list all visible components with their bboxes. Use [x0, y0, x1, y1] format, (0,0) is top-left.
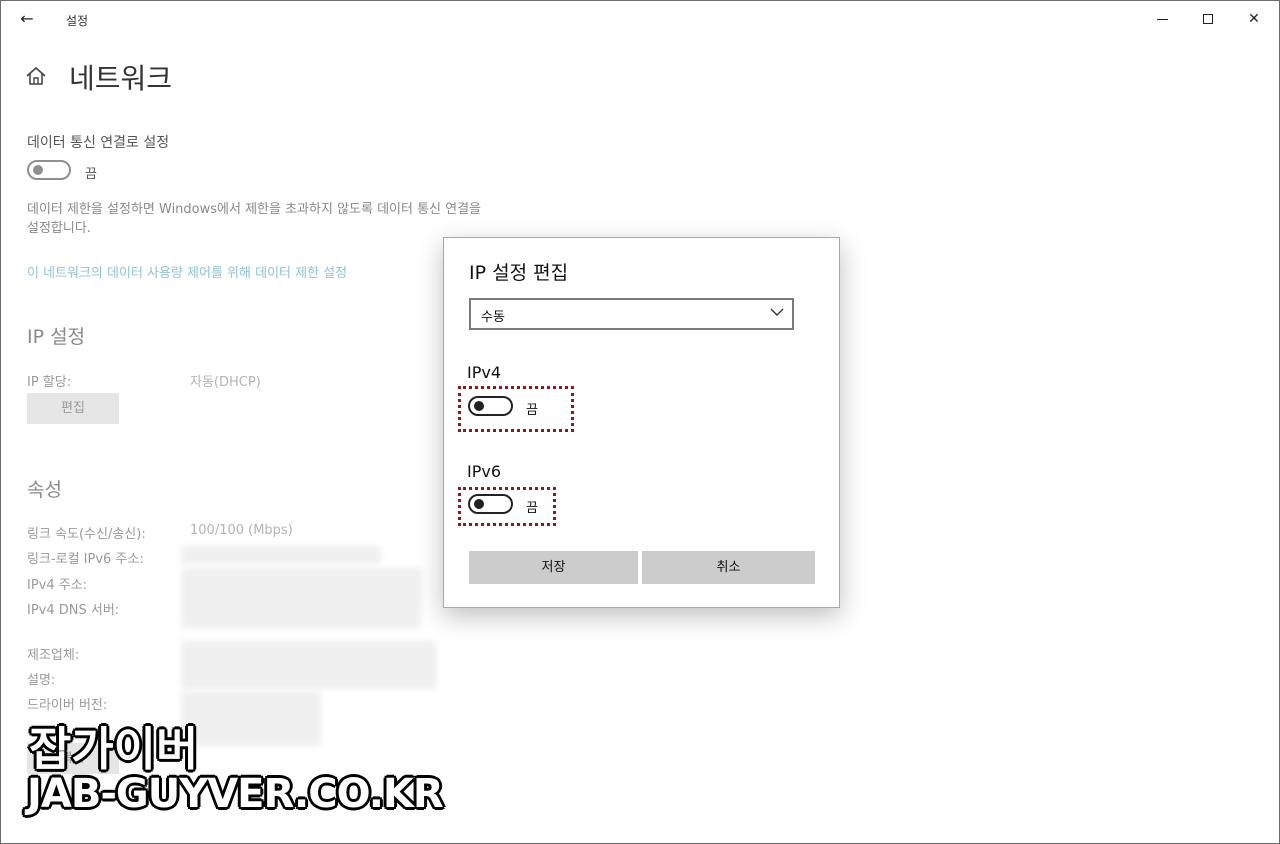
- ipv4-label: IPv4: [467, 363, 502, 382]
- ip-mode-value: 수동: [481, 310, 505, 325]
- ipv4-toggle-state: 끔: [526, 403, 538, 418]
- redacted-value: [181, 546, 381, 564]
- minimize-icon: [1156, 18, 1168, 20]
- redacted-value: [181, 691, 321, 746]
- ipv6-label: IPv6: [467, 462, 502, 481]
- cancel-button[interactable]: 취소: [642, 551, 815, 584]
- metered-toggle[interactable]: [27, 160, 71, 180]
- maximize-button[interactable]: [1185, 5, 1231, 33]
- metered-heading: 데이터 통신 연결로 설정: [27, 135, 170, 151]
- ip-mode-select[interactable]: 수동: [469, 298, 794, 330]
- title-bar: ← 설정 ✕: [1, 1, 1280, 37]
- redacted-value: [181, 568, 421, 628]
- toggle-knob: [474, 499, 484, 509]
- redacted-value: [181, 641, 436, 689]
- minimize-button[interactable]: [1139, 5, 1185, 33]
- property-value: 100/100 (Mbps): [190, 523, 293, 538]
- toggle-knob: [474, 401, 484, 411]
- back-arrow-icon[interactable]: ←: [13, 7, 41, 31]
- ipv6-toggle[interactable]: [468, 494, 513, 514]
- property-label: 링크-로컬 IPv6 주소:: [27, 552, 144, 567]
- save-button[interactable]: 저장: [469, 551, 638, 584]
- property-label: IPv4 주소:: [27, 578, 88, 593]
- property-label: 링크 속도(수신/송신):: [27, 527, 146, 542]
- close-button[interactable]: ✕: [1231, 5, 1277, 33]
- property-label: 제조업체:: [27, 648, 80, 663]
- maximize-icon: [1203, 14, 1213, 24]
- chevron-down-icon: [770, 308, 784, 316]
- metered-description: 데이터 제한을 설정하면 Windows에서 제한을 초과하지 않도록 데이터 …: [27, 202, 482, 236]
- edit-ip-dialog: IP 설정 편집 수동 IPv4 끔 IPv6 끔 저장 취소: [443, 237, 840, 608]
- property-label: 설명:: [27, 673, 56, 688]
- watermark-url: JAB-GUYVER.CO.KR: [27, 771, 444, 817]
- ipv6-toggle-state: 끔: [526, 501, 538, 516]
- page-title: 네트워크: [69, 62, 173, 95]
- properties-heading: 속성: [27, 479, 62, 501]
- ip-assign-label: IP 할당:: [27, 375, 72, 390]
- ip-settings-heading: IP 설정: [27, 326, 86, 348]
- property-label: IPv4 DNS 서버:: [27, 603, 120, 618]
- property-label: 드라이버 버전:: [27, 698, 108, 713]
- window-title: 설정: [66, 14, 89, 28]
- toggle-knob: [33, 165, 43, 175]
- dialog-title: IP 설정 편집: [469, 262, 569, 284]
- ip-assign-value: 자동(DHCP): [190, 375, 261, 390]
- data-limit-link[interactable]: 이 네트워크의 데이터 사용량 제어를 위해 데이터 제한 설정: [27, 262, 347, 281]
- home-icon[interactable]: [25, 65, 47, 87]
- ipv4-toggle[interactable]: [468, 396, 513, 416]
- watermark-title: 잡가이버: [29, 722, 199, 776]
- metered-toggle-state: 끔: [85, 167, 97, 182]
- ip-edit-button[interactable]: 편집: [27, 393, 119, 424]
- settings-window: ← 설정 ✕ 네트워크 데이터 통신 연결로 설정 끔 데이터 제한을 설정하면…: [0, 0, 1280, 844]
